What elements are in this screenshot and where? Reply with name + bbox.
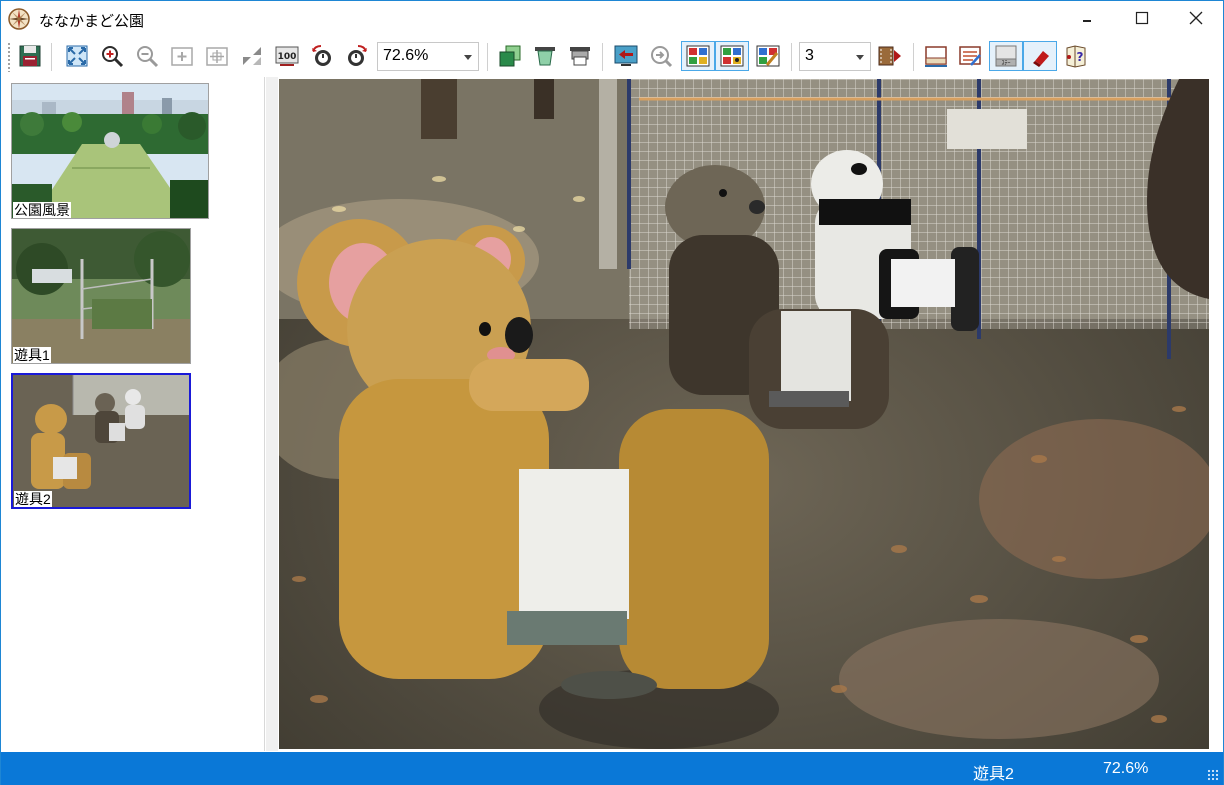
zoom-out-icon (137, 46, 159, 68)
expand-icon (171, 47, 193, 66)
maximize-icon (1135, 11, 1149, 25)
chevron-down-icon (464, 55, 472, 60)
thumbnail-item-selected[interactable]: 遊具2 (11, 373, 191, 509)
zoom-select[interactable]: 72.6% (377, 42, 479, 71)
playground-1-image (12, 229, 190, 363)
previous-image-button[interactable] (611, 41, 641, 71)
window-title: ななかまど公園 (39, 13, 145, 30)
slideshow-button[interactable] (875, 41, 905, 71)
svg-text:100: 100 (278, 52, 297, 62)
option-toggle[interactable] (1023, 41, 1057, 71)
thumbnail-panel: 公園風景 遊具1 遊具2 (3, 77, 265, 751)
help-button[interactable]: ? (1061, 41, 1091, 71)
page-setup-button[interactable] (530, 41, 560, 71)
thumbnail-label: 遊具2 (14, 491, 52, 507)
diagonal-arrows-icon (243, 47, 261, 65)
minimize-icon (1083, 20, 1091, 22)
compass-icon[interactable] (7, 7, 31, 31)
page-select-value: 3 (805, 47, 814, 64)
page-select[interactable]: 3 (799, 42, 871, 71)
layout-multi-button[interactable] (715, 41, 749, 71)
chevron-down-icon (856, 55, 864, 60)
grid-layout-icon (686, 45, 710, 67)
help-book-icon: ? (1066, 45, 1086, 68)
shrink-button[interactable] (202, 41, 232, 71)
printer-icon (570, 47, 590, 66)
shrink-icon (206, 47, 228, 66)
svg-text:?: ? (1077, 50, 1084, 64)
zoom-select-value: 72.6% (383, 47, 429, 64)
print-button[interactable] (565, 41, 595, 71)
floppy-disk-icon (19, 45, 41, 67)
status-bar: 遊具2 72.6% (1, 752, 1223, 785)
toolbar-separator (51, 43, 52, 71)
close-icon (1189, 11, 1203, 25)
close-button[interactable] (1173, 1, 1219, 35)
minimize-button[interactable] (1065, 1, 1111, 35)
rotate-left-icon (312, 45, 331, 66)
copy-image-button[interactable] (495, 41, 525, 71)
thumbnail-label: 公園風景 (13, 202, 71, 218)
arrow-left-icon (614, 45, 638, 66)
properties-button[interactable] (955, 41, 985, 71)
status-bar-toggle[interactable]: ｽﾃｰ (989, 41, 1023, 71)
eraser-icon (1033, 51, 1049, 67)
toolbar-separator (487, 43, 488, 71)
toolbar-separator (913, 43, 914, 71)
layout-edit-icon (756, 45, 780, 67)
zoom-in-icon (102, 46, 124, 68)
playground-photo (279, 79, 1209, 749)
properties-icon (959, 46, 981, 66)
rotate-left-button[interactable] (307, 41, 337, 71)
zoom-100-button[interactable]: 100 (272, 41, 302, 71)
viewer-margin (1209, 77, 1223, 751)
toolbar-grip[interactable] (7, 42, 11, 72)
next-image-button[interactable] (646, 41, 676, 71)
thumbnail-item[interactable]: 遊具1 (11, 228, 191, 364)
save-button[interactable] (15, 41, 45, 71)
copy-icon (499, 45, 521, 67)
fit-to-window-icon (66, 45, 88, 67)
image-viewer[interactable] (279, 79, 1209, 749)
layout-single-button[interactable] (681, 41, 715, 71)
resize-grip-icon[interactable] (1207, 769, 1219, 781)
thumbnail-panel-button[interactable] (921, 41, 951, 71)
panel-splitter[interactable] (266, 77, 278, 751)
rotate-right-icon (348, 45, 367, 66)
status-zoom: 72.6% (1103, 760, 1149, 777)
grid-layout-alt-icon (720, 45, 744, 67)
rotate-right-button[interactable] (342, 41, 372, 71)
playground-2-image (13, 375, 189, 507)
toolbar-separator (791, 43, 792, 71)
expand-button[interactable] (167, 41, 197, 71)
arrow-right-circle-icon (651, 46, 673, 68)
status-image-name: 遊具2 (973, 766, 1014, 783)
zoom-out-button[interactable] (132, 41, 162, 71)
maximize-button[interactable] (1119, 1, 1165, 35)
park-scene-image (12, 84, 208, 218)
page-icon (535, 47, 555, 66)
status-bar-icon: ｽﾃｰ (995, 45, 1017, 67)
film-play-icon (878, 46, 901, 66)
title-bar: ななかまど公園 (1, 1, 1223, 37)
fit-window-button[interactable] (62, 41, 92, 71)
thumbnail-label: 遊具1 (13, 347, 51, 363)
toolbar: 100 72.6% 3 ｽﾃｰ ? (1, 37, 1223, 77)
zoom-in-button[interactable] (97, 41, 127, 71)
panel-icon (925, 46, 947, 67)
app-window: ななかまど公園 100 72.6% 3 ｽﾃｰ ? 公園風景 遊具1 遊具2 遊… (0, 0, 1224, 785)
svg-text:ｽﾃｰ: ｽﾃｰ (1001, 60, 1010, 67)
toolbar-separator (602, 43, 603, 71)
actual-size-button[interactable] (237, 41, 267, 71)
zoom-100-icon: 100 (275, 46, 299, 66)
layout-edit-button[interactable] (753, 41, 783, 71)
thumbnail-item[interactable]: 公園風景 (11, 83, 209, 219)
